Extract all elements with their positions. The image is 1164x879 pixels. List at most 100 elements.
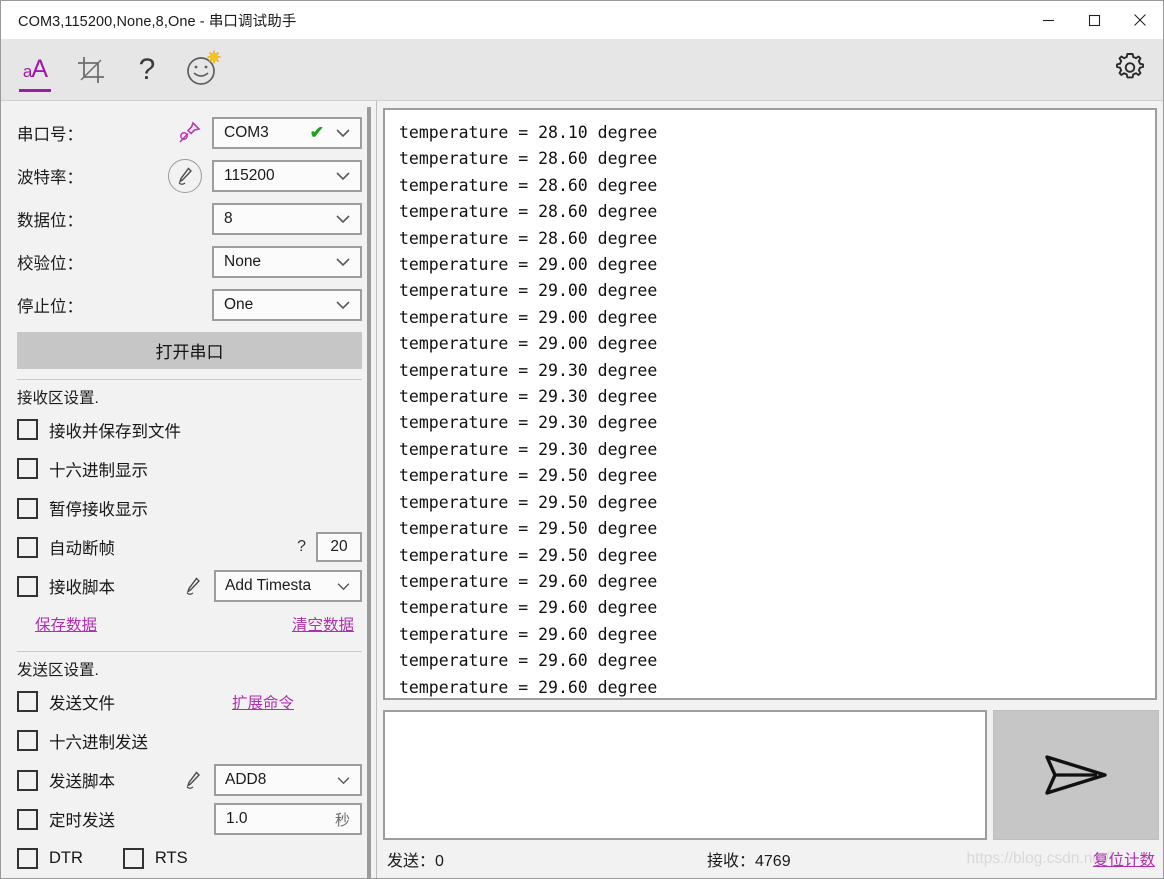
receive-line: temperature = 29.50 degree (399, 519, 658, 539)
receive-line: temperature = 29.30 degree (399, 413, 658, 433)
close-button[interactable] (1117, 1, 1163, 39)
terminal-panel: temperature = 28.10 degree temperature = … (377, 101, 1163, 878)
receive-line: temperature = 29.50 degree (399, 492, 658, 512)
receive-script-value: Add Timesta (225, 577, 312, 595)
receive-lines: temperature = 28.10 degree temperature = … (399, 120, 1155, 698)
timed-send-interval-input[interactable]: 1.0 秒 (214, 803, 362, 836)
crop-button[interactable] (63, 39, 119, 101)
receive-script-row[interactable]: 接收脚本 Add Timesta (1, 567, 376, 606)
receive-line: temperature = 28.10 degree (399, 123, 658, 142)
toolbar: aA ? (1, 39, 1163, 101)
smiley-button[interactable] (175, 39, 231, 101)
extend-command-link[interactable]: 扩展命令 (232, 691, 294, 713)
auto-frame-checkbox[interactable] (17, 536, 38, 558)
auto-frame-row[interactable]: 自动断帧 ? 20 (1, 528, 376, 567)
crop-icon (78, 56, 104, 83)
timed-send-checkbox[interactable] (17, 808, 38, 830)
settings-sidebar: 串口号： COM3 ✔ 波特率： 115200 数据位： 8 校验位： None… (1, 101, 377, 879)
receive-line: temperature = 29.30 degree (399, 387, 658, 407)
parity-label: 校验位： (17, 254, 83, 273)
port-ok-icon: ✔ (309, 122, 324, 142)
send-script-select[interactable]: ADD8 (214, 764, 362, 797)
timed-send-unit-label: 秒 (334, 811, 350, 829)
help-button[interactable]: ? (119, 39, 175, 101)
receive-output-area[interactable]: temperature = 28.10 degree temperature = … (383, 108, 1157, 700)
receive-line: temperature = 29.60 degree (399, 598, 658, 618)
pin-icon[interactable] (176, 120, 202, 146)
send-script-row[interactable]: 发送脚本 ADD8 (1, 761, 376, 800)
save-data-link[interactable]: 保存数据 (35, 613, 97, 635)
sidebar-scrollbar[interactable] (367, 107, 371, 879)
baud-rate-value: 115200 (224, 166, 275, 184)
send-script-checkbox[interactable] (17, 769, 38, 791)
pause-receive-checkbox[interactable] (17, 497, 38, 519)
chevron-down-icon (330, 171, 356, 181)
receive-script-select[interactable]: Add Timesta (214, 570, 362, 603)
com-port-select[interactable]: COM3 ✔ (212, 116, 362, 149)
receive-save-to-file-row[interactable]: 接收并保存到文件 (1, 410, 376, 449)
send-button[interactable] (993, 710, 1159, 840)
receive-save-to-file-checkbox[interactable] (17, 419, 38, 441)
font-size-button[interactable]: aA (7, 39, 63, 101)
receive-save-to-file-label: 接收并保存到文件 (49, 422, 181, 441)
settings-button[interactable] (1113, 50, 1147, 89)
receive-line: temperature = 28.60 degree (399, 228, 658, 248)
receive-line: temperature = 29.50 degree (399, 466, 658, 486)
send-file-row[interactable]: 发送文件 扩展命令 (1, 682, 376, 721)
font-icon: aA (22, 55, 48, 83)
port-settings-group: 串口号： COM3 ✔ 波特率： 115200 数据位： 8 校验位： None… (1, 111, 376, 326)
smiley-icon (187, 50, 221, 85)
receive-script-checkbox[interactable] (17, 575, 38, 597)
baud-rate-select[interactable]: 115200 (212, 159, 362, 192)
serial-debug-window: COM3,115200,None,8,One - 串口调试助手 aA ? 串口号… (0, 0, 1164, 879)
window-title: COM3,115200,None,8,One - 串口调试助手 (18, 13, 297, 30)
send-script-pen-icon[interactable] (182, 769, 204, 791)
dtr-checkbox[interactable] (17, 847, 38, 869)
data-bits-select[interactable]: 8 (212, 202, 362, 235)
pause-receive-row[interactable]: 暂停接收显示 (1, 489, 376, 528)
receive-line: temperature = 29.00 degree (399, 307, 658, 327)
active-tab-underline (19, 88, 51, 92)
chevron-down-icon (330, 128, 356, 138)
clear-data-link[interactable]: 清空数据 (292, 613, 354, 635)
receive-line: temperature = 28.60 degree (399, 175, 658, 195)
send-row (383, 710, 1159, 840)
port-icon-slot (137, 120, 212, 146)
chevron-down-icon (330, 257, 356, 267)
open-port-button[interactable]: 打开串口 (17, 332, 362, 370)
send-textarea[interactable] (385, 712, 985, 838)
timed-send-label: 定时发送 (49, 812, 115, 831)
parity-select[interactable]: None (212, 245, 362, 278)
port-row-baud: 波特率： 115200 (17, 154, 362, 197)
minimize-button[interactable] (1025, 1, 1071, 39)
receive-hex-display-checkbox[interactable] (17, 458, 38, 480)
receive-line: temperature = 29.30 degree (399, 360, 658, 380)
receive-script-pen-icon[interactable] (182, 575, 204, 597)
com-port-value: COM3 (224, 123, 269, 141)
pen-circle-icon[interactable] (168, 158, 202, 193)
rts-checkbox[interactable] (122, 847, 144, 869)
sent-count: 发送：0 (387, 853, 444, 870)
timed-send-row[interactable]: 定时发送 1.0 秒 (1, 800, 376, 839)
timed-send-interval-value: 1.0 (226, 810, 248, 828)
reset-counter-link[interactable]: 复位计数 (1093, 848, 1155, 870)
receive-line: temperature = 28.60 degree (399, 149, 658, 169)
port-row-databits: 数据位： 8 (17, 197, 362, 240)
receive-line: temperature = 29.60 degree (399, 571, 658, 591)
send-hex-row[interactable]: 十六进制发送 (1, 721, 376, 760)
auto-frame-input[interactable]: 20 (316, 532, 362, 563)
receive-settings-title: 接收区设置. (17, 390, 99, 408)
receive-hex-display-row[interactable]: 十六进制显示 (1, 449, 376, 488)
send-input-area[interactable] (383, 710, 987, 840)
port-row-parity: 校验位： None (17, 240, 362, 283)
dtr-rts-row: DTR RTS (1, 839, 376, 878)
divider (17, 379, 362, 381)
stop-bits-select[interactable]: One (212, 288, 362, 321)
receive-links-row: 保存数据 清空数据 (1, 606, 376, 641)
window-controls (1025, 1, 1163, 39)
send-file-checkbox[interactable] (17, 691, 38, 713)
auto-frame-help-icon[interactable]: ? (297, 538, 306, 556)
receive-line: temperature = 29.60 degree (399, 624, 658, 644)
send-hex-checkbox[interactable] (17, 730, 38, 752)
maximize-button[interactable] (1071, 1, 1117, 39)
